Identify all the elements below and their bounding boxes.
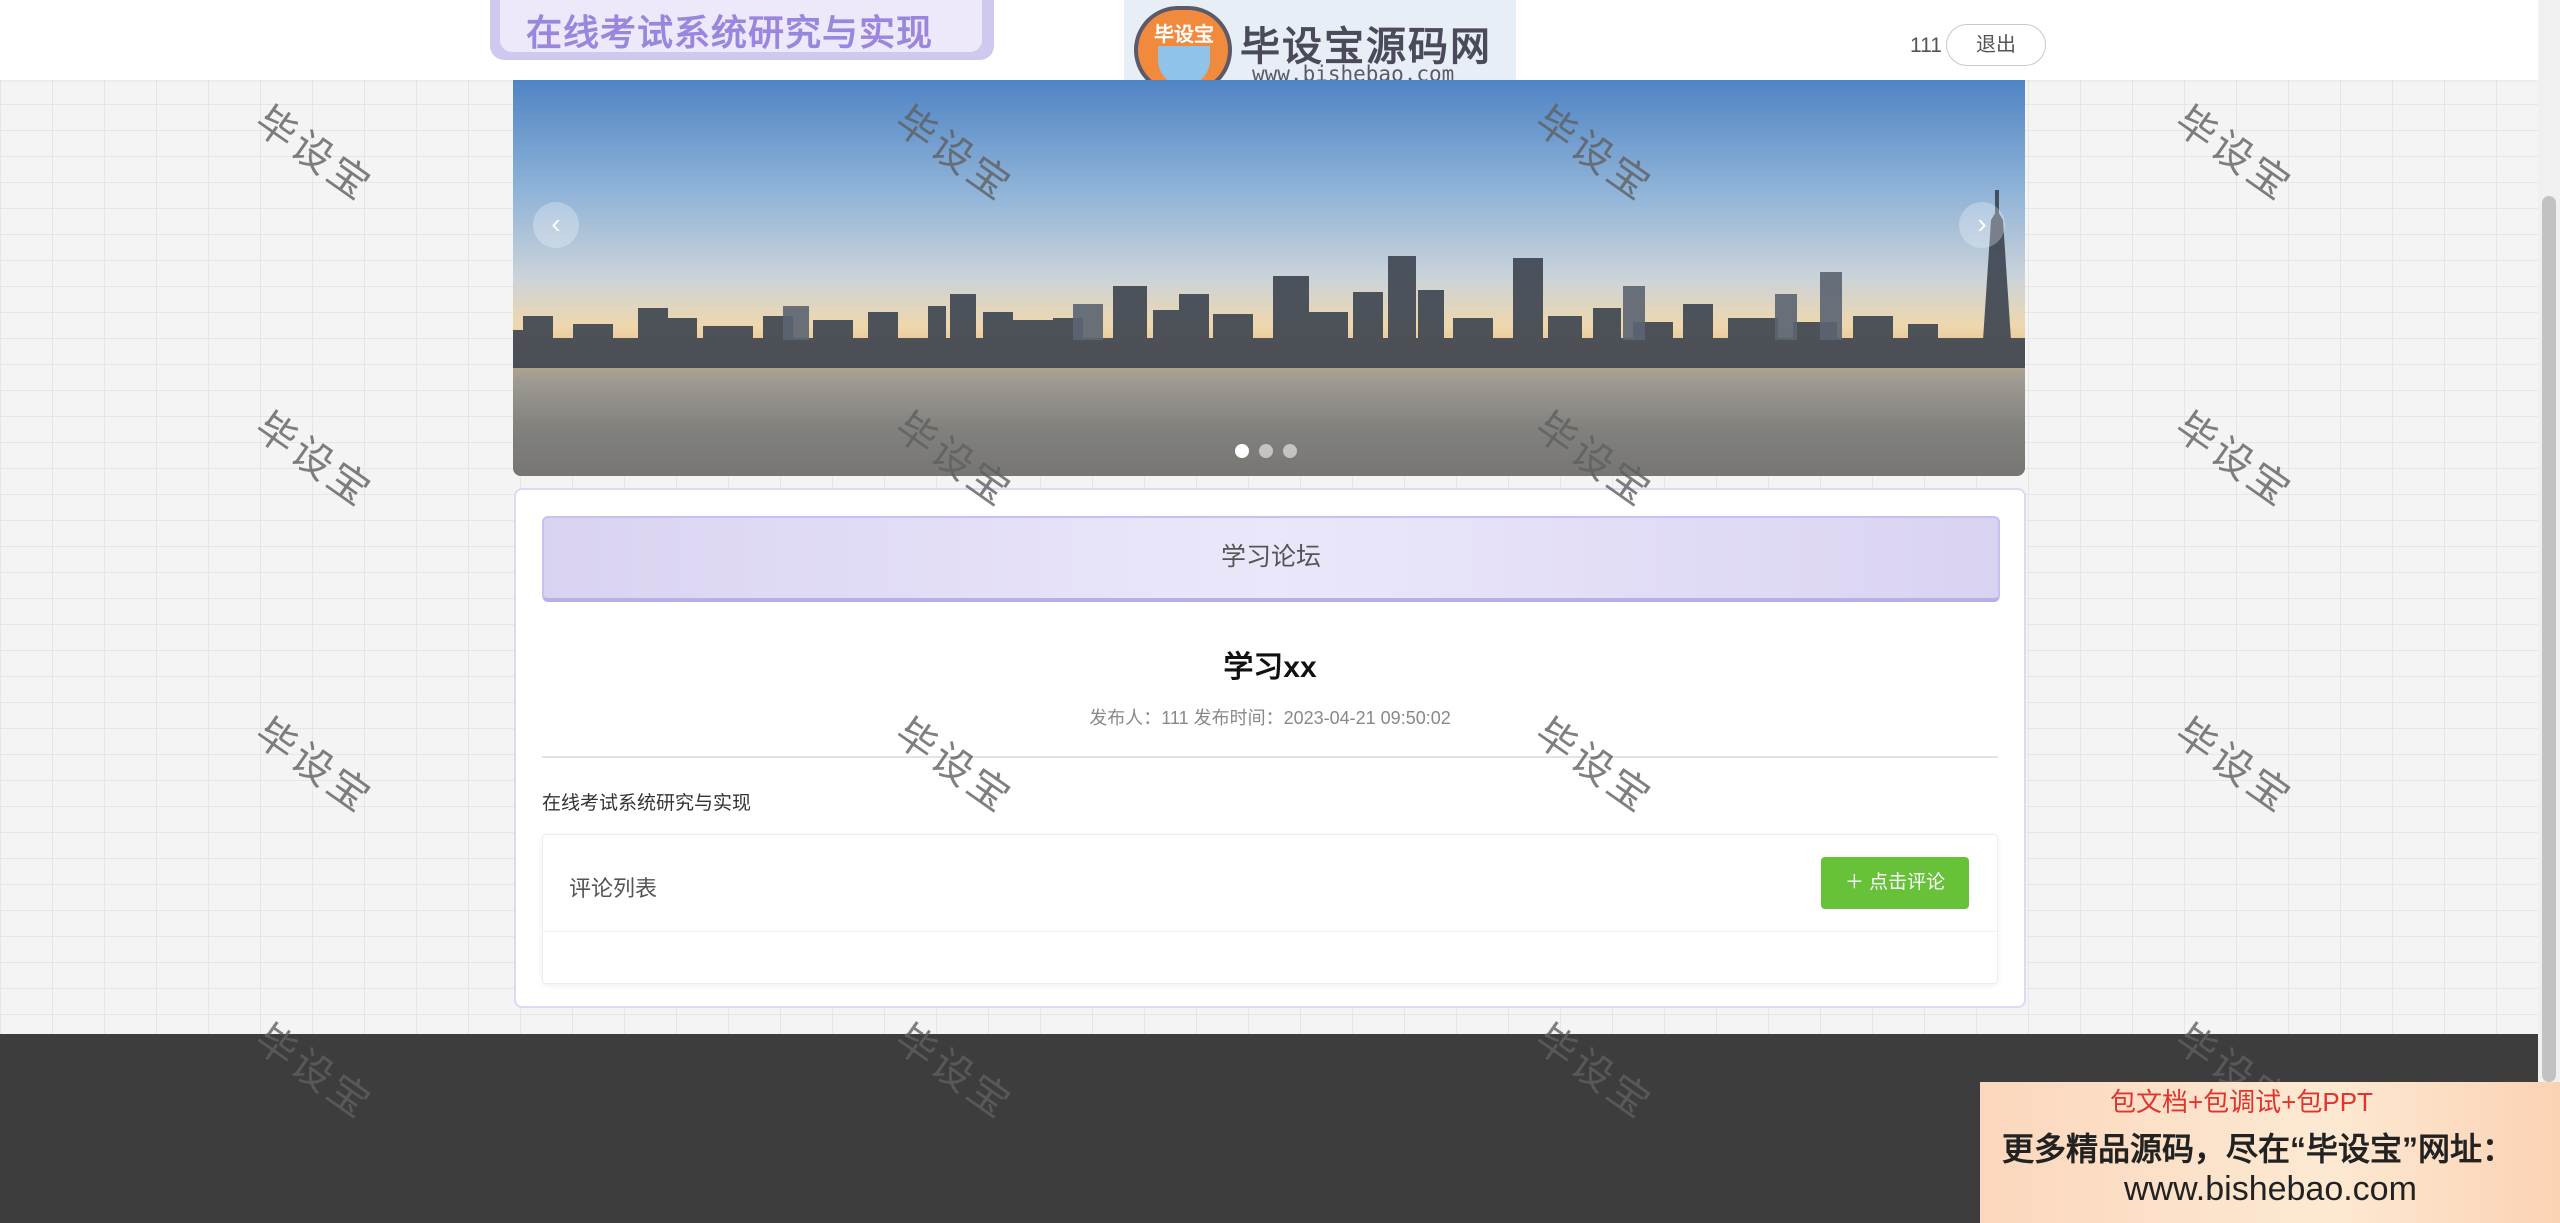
post-meta: 发布人：111 发布时间：2023-04-21 09:50:02 xyxy=(1089,708,1451,728)
watermark: 毕设宝 xyxy=(247,98,381,211)
site-title[interactable]: 在线考试系统研究与实现 xyxy=(500,0,982,53)
current-username: 111 xyxy=(1910,34,1942,57)
logo-badge-text: 毕设宝 xyxy=(1154,24,1214,46)
carousel-next-arrow[interactable]: › xyxy=(1959,202,2005,248)
promo-url[interactable]: www.bishebao.com xyxy=(2124,1170,2417,1209)
post-content: 在线考试系统研究与实现 xyxy=(542,793,752,814)
forum-detail-card: 学习论坛 学习xx 发布人：111 发布时间：2023-04-21 09:50:… xyxy=(514,488,2026,1008)
carousel-dot-2[interactable] xyxy=(1259,444,1273,458)
carousel-dot-1[interactable] xyxy=(1235,444,1249,458)
scrollbar-thumb[interactable] xyxy=(2542,196,2556,1082)
carousel-indicators xyxy=(1235,444,1307,460)
watermark: 毕设宝 xyxy=(2167,404,2301,517)
watermark: 毕设宝 xyxy=(2167,710,2301,823)
add-comment-button[interactable]: ＋ 点击评论 xyxy=(1821,857,1969,909)
promo-tagline: 更多精品源码，尽在“毕设宝”网址： xyxy=(2002,1131,2515,1167)
comment-divider xyxy=(543,931,1997,932)
watermark: 毕设宝 xyxy=(247,710,381,823)
promo-banner[interactable]: 包文档+包调试+包PPT 更多精品源码，尽在“毕设宝”网址： www.bishe… xyxy=(1980,1082,2560,1223)
post-title: 学习xx xyxy=(1223,651,1317,684)
carousel-prev-arrow[interactable]: ‹ xyxy=(533,202,579,248)
comment-panel: 评论列表 ＋ 点击评论 xyxy=(542,834,1998,984)
carousel-dot-3[interactable] xyxy=(1283,444,1297,458)
promo-services-text: 包文档+包调试+包PPT xyxy=(2110,1087,2373,1117)
city-skyline-image xyxy=(513,190,2025,476)
forum-section-title: 学习论坛 xyxy=(542,516,2000,602)
watermark: 毕设宝 xyxy=(2167,98,2301,211)
comment-list-title: 评论列表 xyxy=(569,876,658,901)
logout-button[interactable]: 退出 xyxy=(1946,24,2046,66)
content-divider xyxy=(542,756,1998,758)
banner-carousel: ‹ › xyxy=(513,80,2025,476)
watermark: 毕设宝 xyxy=(247,404,381,517)
